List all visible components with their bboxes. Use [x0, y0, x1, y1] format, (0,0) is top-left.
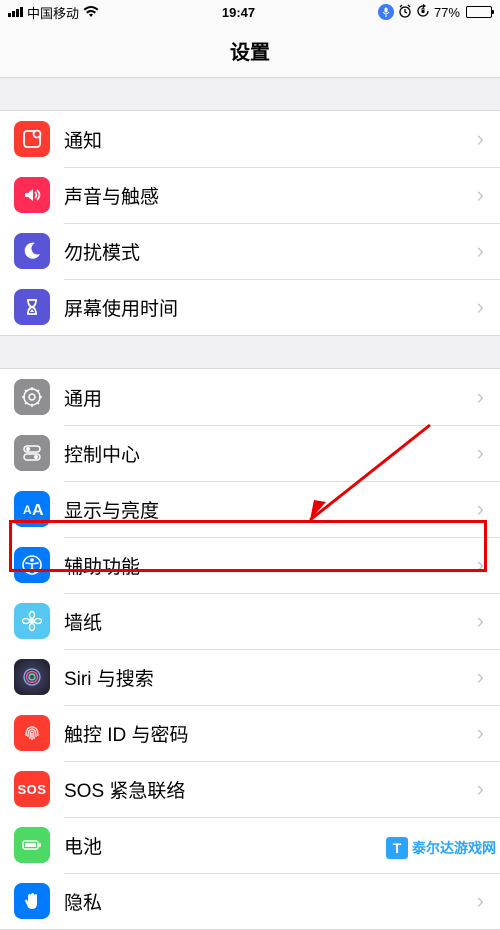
row-notifications[interactable]: 通知 ›	[0, 111, 500, 167]
watermark-logo: T	[386, 837, 408, 859]
row-label: 通知	[64, 126, 471, 153]
chevron-right-icon: ›	[477, 384, 484, 410]
svg-text:A: A	[23, 503, 32, 517]
accessibility-icon	[14, 547, 50, 583]
chevron-right-icon: ›	[477, 552, 484, 578]
row-control-center[interactable]: 控制中心 ›	[0, 425, 500, 481]
row-siri[interactable]: Siri 与搜索 ›	[0, 649, 500, 705]
row-label: 辅助功能	[64, 552, 471, 579]
chevron-right-icon: ›	[477, 664, 484, 690]
gear-icon	[14, 379, 50, 415]
row-label: SOS 紧急联络	[64, 776, 471, 803]
group-gap	[0, 78, 500, 110]
row-label: 隐私	[64, 888, 471, 915]
nav-header: 设置	[0, 24, 500, 78]
chevron-right-icon: ›	[477, 608, 484, 634]
group-gap	[0, 336, 500, 368]
row-label: 勿扰模式	[64, 238, 471, 265]
row-accessibility[interactable]: 辅助功能 ›	[0, 537, 500, 593]
row-label: 触控 ID 与密码	[64, 720, 471, 747]
chevron-right-icon: ›	[477, 294, 484, 320]
signal-icon	[8, 7, 23, 17]
watermark: T 泰尔达游戏网	[386, 837, 496, 859]
row-label: 墙纸	[64, 608, 471, 635]
fingerprint-icon	[14, 715, 50, 751]
row-label: 屏幕使用时间	[64, 294, 471, 321]
row-label: 声音与触感	[64, 182, 471, 209]
row-sos[interactable]: SOS SOS 紧急联络 ›	[0, 761, 500, 817]
carrier-label: 中国移动	[27, 3, 79, 22]
voice-icon	[378, 4, 394, 20]
wifi-icon	[83, 6, 99, 18]
row-screentime[interactable]: 屏幕使用时间 ›	[0, 279, 500, 335]
chevron-right-icon: ›	[477, 238, 484, 264]
status-bar: 中国移动 19:47 77%	[0, 0, 500, 24]
row-wallpaper[interactable]: 墙纸 ›	[0, 593, 500, 649]
row-general[interactable]: 通用 ›	[0, 369, 500, 425]
hourglass-icon	[14, 289, 50, 325]
row-dnd[interactable]: 勿扰模式 ›	[0, 223, 500, 279]
notifications-icon	[14, 121, 50, 157]
battery-icon	[14, 827, 50, 863]
page-title: 设置	[230, 36, 270, 65]
watermark-text: 泰尔达游戏网	[412, 838, 496, 858]
settings-group-1: 通知 › 声音与触感 › 勿扰模式 › 屏幕使用时间 ›	[0, 110, 500, 336]
status-right: 77%	[378, 4, 492, 21]
text-size-icon: AA	[14, 491, 50, 527]
alarm-icon	[398, 4, 412, 21]
battery-icon	[466, 6, 492, 18]
orientation-lock-icon	[416, 4, 430, 21]
moon-icon	[14, 233, 50, 269]
row-label: Siri 与搜索	[64, 664, 471, 691]
row-display[interactable]: AA 显示与亮度 ›	[0, 481, 500, 537]
svg-text:A: A	[32, 502, 44, 519]
flower-icon	[14, 603, 50, 639]
row-touchid[interactable]: 触控 ID 与密码 ›	[0, 705, 500, 761]
chevron-right-icon: ›	[477, 440, 484, 466]
hand-icon	[14, 883, 50, 919]
chevron-right-icon: ›	[477, 496, 484, 522]
status-left: 中国移动	[8, 3, 99, 22]
row-privacy[interactable]: 隐私 ›	[0, 873, 500, 929]
battery-percent: 77%	[434, 5, 460, 20]
row-label: 通用	[64, 384, 471, 411]
chevron-right-icon: ›	[477, 182, 484, 208]
row-label: 显示与亮度	[64, 496, 471, 523]
chevron-right-icon: ›	[477, 776, 484, 802]
chevron-right-icon: ›	[477, 720, 484, 746]
switches-icon	[14, 435, 50, 471]
sounds-icon	[14, 177, 50, 213]
sos-icon: SOS	[14, 771, 50, 807]
status-time: 19:47	[222, 5, 255, 20]
chevron-right-icon: ›	[477, 888, 484, 914]
row-label: 控制中心	[64, 440, 471, 467]
row-sounds[interactable]: 声音与触感 ›	[0, 167, 500, 223]
siri-icon	[14, 659, 50, 695]
chevron-right-icon: ›	[477, 126, 484, 152]
